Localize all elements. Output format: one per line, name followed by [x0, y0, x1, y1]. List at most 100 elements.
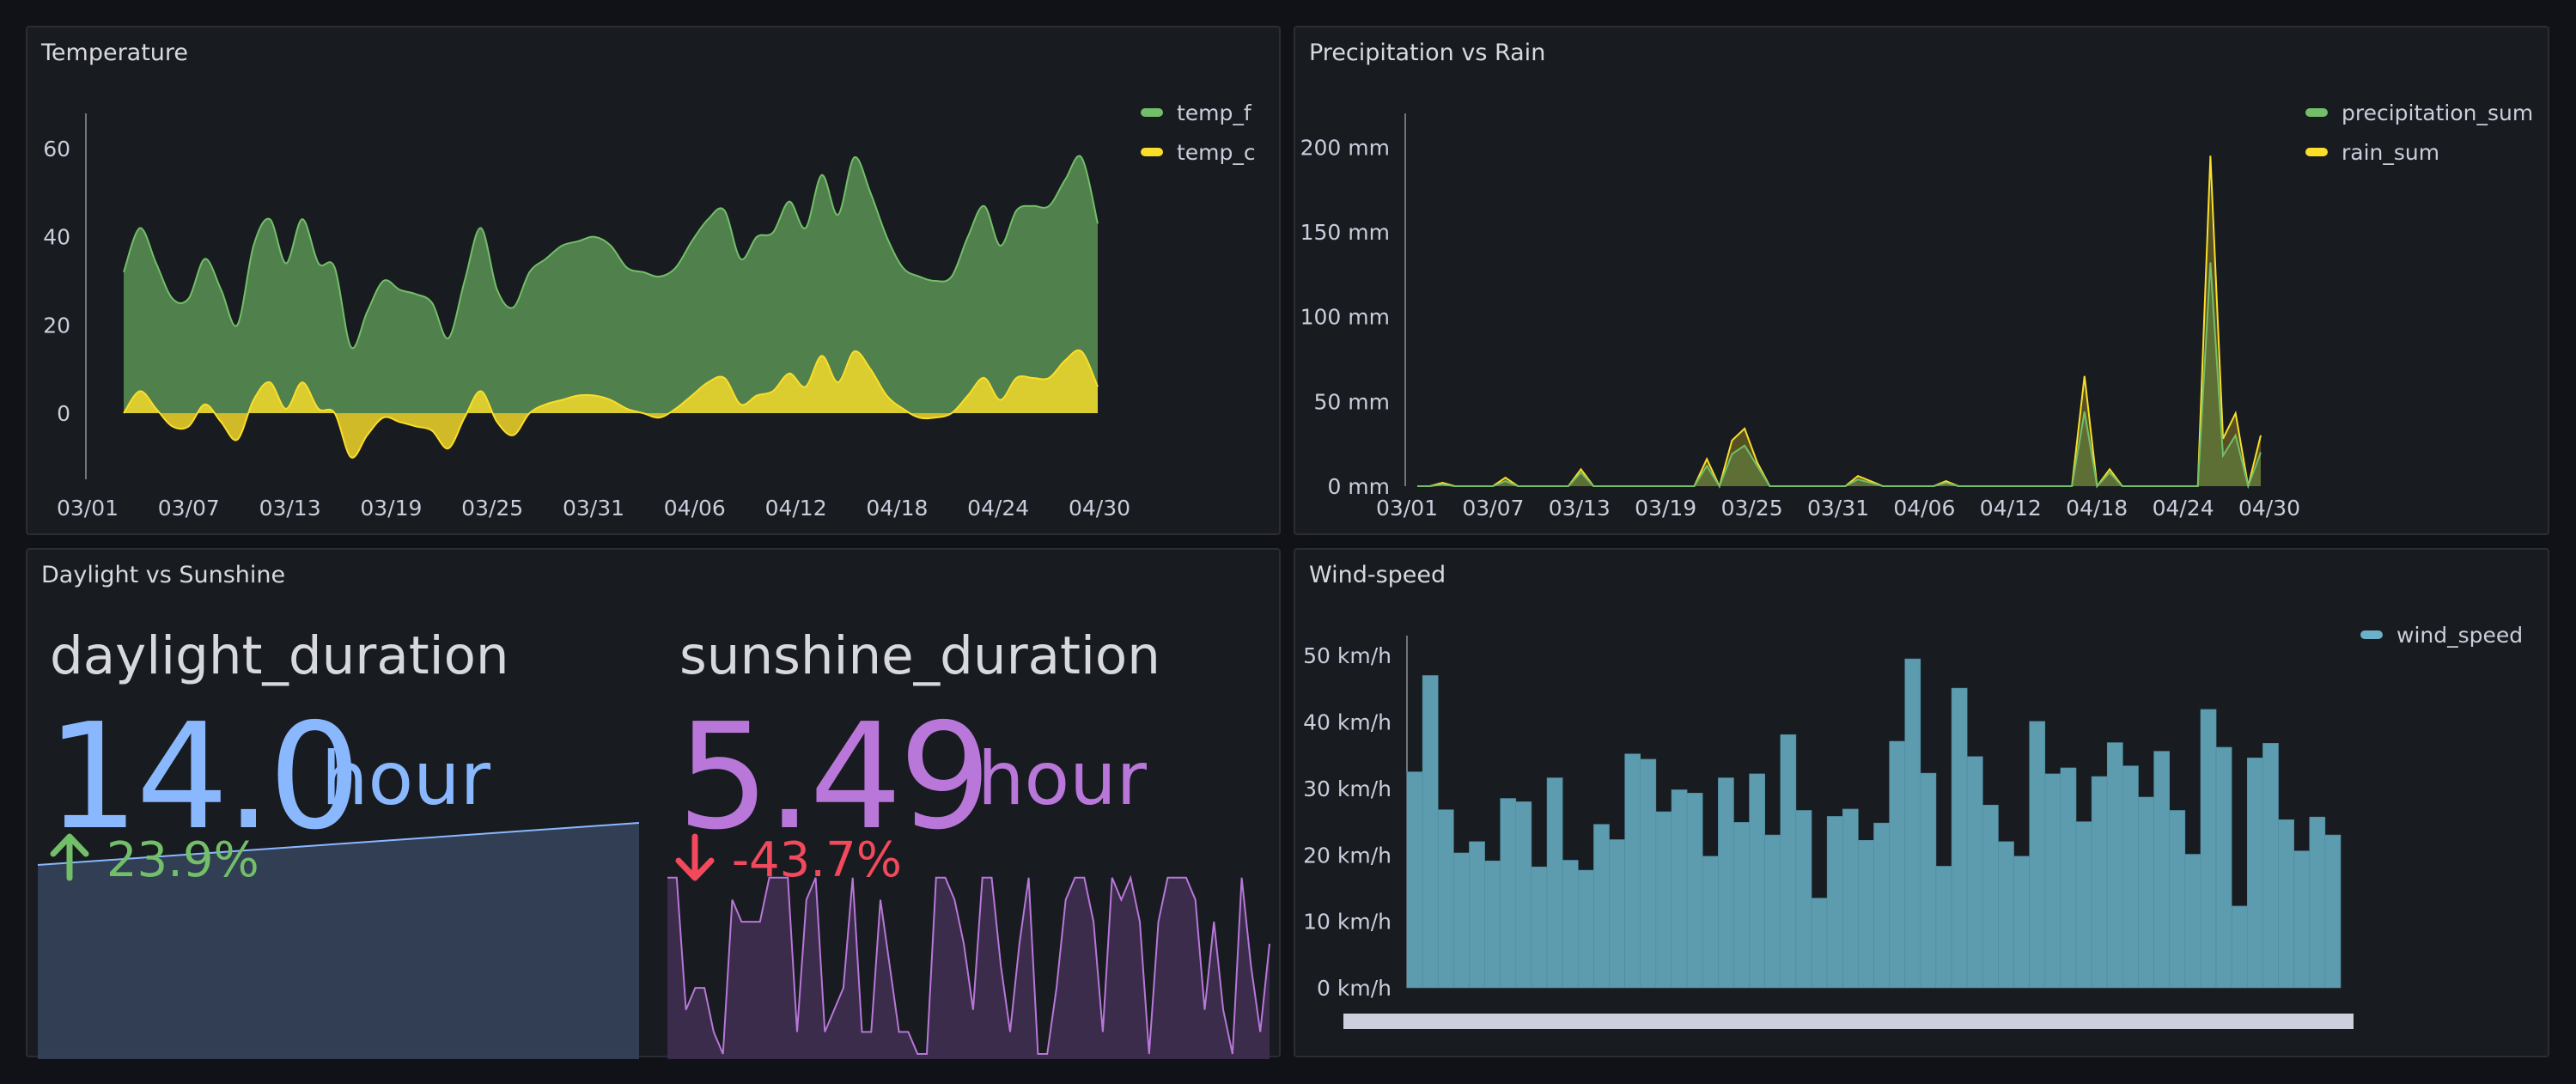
- x-tick-label: 04/18: [866, 496, 928, 521]
- wind-bar: [1593, 824, 1610, 989]
- wind-bar: [1624, 753, 1641, 989]
- legend-swatch: [2305, 148, 2328, 156]
- x-tick-label: 03/13: [1549, 496, 1611, 521]
- wind-bar: [1702, 856, 1719, 989]
- y-tick-label: 40: [43, 225, 70, 250]
- sunshine-name: sunshine_duration: [679, 625, 1160, 686]
- wind-bar: [2044, 773, 2061, 989]
- wind-bar: [1437, 809, 1454, 989]
- x-tick-label: 03/31: [1807, 496, 1869, 521]
- wind-bar: [1406, 771, 1423, 989]
- x-tick-label: 03/19: [360, 496, 422, 521]
- wind-bar: [1733, 822, 1750, 989]
- x-tick-label: 03/25: [1721, 496, 1783, 521]
- legend-label: precipitation_sum: [2342, 100, 2533, 125]
- rain-area: [1417, 155, 2261, 486]
- x-tick-label: 04/24: [2153, 496, 2214, 521]
- precipitation-panel: Precipitation vs Rain 200 mm 150 mm 100 mm…: [1294, 26, 2549, 535]
- wind-bar: [2075, 821, 2092, 989]
- wind-bar: [1515, 801, 1532, 989]
- wind-bar: [1935, 866, 1952, 989]
- x-tick-label: 04/24: [967, 496, 1029, 521]
- sunshine-change: -43.7%: [673, 833, 902, 885]
- wind-bar: [1873, 822, 1890, 989]
- x-tick-label: 03/01: [57, 496, 119, 521]
- wind-bar: [1718, 777, 1734, 989]
- x-tick-label: 04/12: [1980, 496, 2042, 521]
- wind-bar: [2029, 721, 2046, 989]
- wind-bar: [2091, 776, 2108, 989]
- legend-label: wind_speed: [2396, 623, 2523, 648]
- x-tick-label: 04/18: [2066, 496, 2128, 521]
- rain-area-line: [1417, 155, 2262, 489]
- precipitation-area: [1417, 262, 2261, 486]
- legend-swatch: [2360, 630, 2383, 639]
- arrow-down-icon: [673, 832, 732, 888]
- wind-bar: [2184, 854, 2201, 989]
- wind-speed-chart: 50 km/h 40 km/h 30 km/h 20 km/h 10 km/h 0 km/…: [1303, 623, 2523, 1029]
- wind-bar: [1920, 772, 1937, 989]
- wind-bar: [1453, 852, 1470, 989]
- wind-bar: [2231, 905, 2248, 989]
- wind-bar: [1562, 860, 1579, 989]
- x-tick-label: 03/13: [259, 496, 321, 521]
- temperature-chart: 60 40 20 0 03/01 03/07 03/13 03/19 03/25 03/31 04/…: [43, 100, 1256, 521]
- x-tick-label: 03/31: [563, 496, 624, 521]
- wind-bar: [1904, 658, 1921, 989]
- y-tick-label: 50 mm: [1314, 389, 1390, 414]
- x-tick-label: 04/30: [1069, 496, 1130, 521]
- legend-label: temp_f: [1177, 100, 1252, 125]
- wind-bar: [1998, 841, 2014, 989]
- wind-bar: [1982, 804, 1999, 989]
- wind-bar: [1577, 869, 1594, 989]
- wind-bar: [2122, 765, 2139, 989]
- arrow-up-icon: [48, 832, 107, 888]
- y-tick-label: 100 mm: [1300, 305, 1390, 330]
- wind-bar: [2153, 751, 2171, 989]
- legend-swatch: [2305, 108, 2328, 117]
- x-axis-label-strip: [1343, 1014, 2354, 1029]
- y-tick-label: 10 km/h: [1303, 910, 1392, 935]
- y-tick-label: 20 km/h: [1303, 843, 1392, 868]
- daylight-unit: hour: [321, 736, 490, 822]
- daylight-change: 23.9%: [48, 833, 259, 885]
- legend-swatch: [1141, 108, 1163, 117]
- y-tick-label: 20: [43, 313, 70, 338]
- wind-bar: [2278, 819, 2294, 989]
- wind-bar: [2247, 758, 2263, 989]
- y-tick-label: 0 km/h: [1317, 976, 1392, 1001]
- precipitation-area-line: [1417, 262, 2262, 490]
- wind-bar: [1764, 834, 1781, 989]
- wind-bar: [2138, 796, 2154, 989]
- wind-bar: [2106, 742, 2123, 989]
- wind-bar: [2169, 810, 2186, 989]
- legend-label: temp_c: [1177, 140, 1256, 165]
- daylight-value: 14.0: [46, 692, 362, 862]
- wind-bar: [1484, 860, 1501, 989]
- wind-bar: [2215, 746, 2232, 989]
- wind-bar: [1500, 798, 1517, 989]
- x-tick-label: 03/25: [461, 496, 523, 521]
- wind-bar: [1795, 810, 1812, 989]
- wind-bar: [1609, 839, 1625, 989]
- x-tick-label: 03/07: [158, 496, 220, 521]
- sunshine-change-text: -43.7%: [731, 832, 902, 888]
- temperature-panel: Temperature 60 40 20 0 03/01 03/07 03/13 03/19 0…: [26, 26, 1281, 535]
- temp-f-area: [124, 155, 1098, 414]
- daylight-panel: Daylight vs Sunshine daylight_duration 1…: [26, 548, 1281, 1059]
- wind-bar: [2262, 743, 2279, 989]
- x-tick-label: 03/07: [1462, 496, 1524, 521]
- wind-bar: [1531, 866, 1548, 989]
- y-tick-label: 30 km/h: [1303, 776, 1392, 801]
- wind-bar: [1640, 758, 1657, 989]
- wind-bar: [1422, 675, 1439, 989]
- y-tick-label: 50 km/h: [1303, 643, 1392, 668]
- wind-panel: Wind-speed 50 km/h 40 km/h 30 km/h 20 km/h 1…: [1294, 548, 2549, 1057]
- y-tick-label: 0: [57, 401, 70, 426]
- wind-bar: [1655, 811, 1672, 989]
- x-tick-label: 03/01: [1376, 496, 1438, 521]
- legend-label: rain_sum: [2342, 140, 2439, 165]
- wind-bar: [2293, 850, 2311, 989]
- wind-bar: [1546, 777, 1563, 989]
- wind-bar: [1951, 687, 1968, 989]
